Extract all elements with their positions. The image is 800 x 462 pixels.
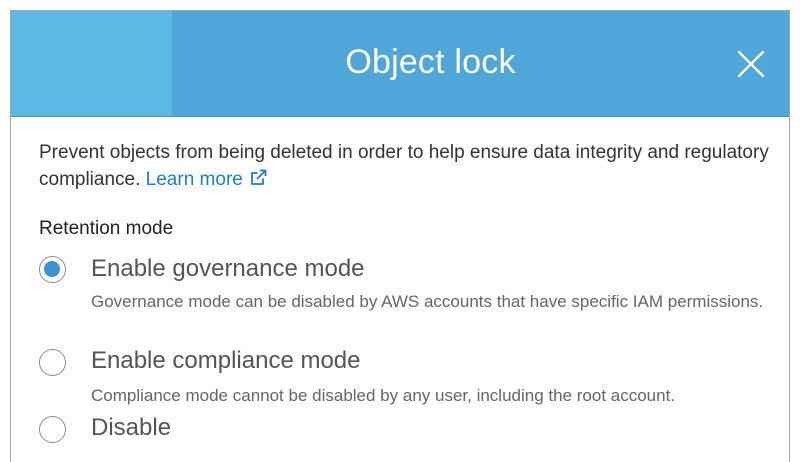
intro-paragraph: Prevent objects from being deleted in or… — [39, 139, 769, 195]
governance-mode-radio[interactable] — [39, 256, 66, 283]
external-link-icon — [249, 168, 268, 195]
compliance-mode-radio[interactable] — [39, 349, 66, 376]
compliance-mode-description: Compliance mode cannot be disabled by an… — [91, 386, 676, 405]
learn-more-link[interactable]: Learn more — [146, 169, 268, 190]
disable-radio[interactable] — [39, 416, 66, 443]
object-lock-dialog: Object lock Prevent objects from being d… — [10, 10, 790, 462]
learn-more-label: Learn more — [145, 169, 243, 190]
close-icon — [731, 44, 771, 84]
governance-mode-label[interactable]: Enable governance mode — [91, 254, 365, 284]
disable-label[interactable]: Disable — [91, 413, 171, 443]
compliance-mode-label[interactable]: Enable compliance mode — [91, 346, 361, 376]
governance-mode-description: Governance mode can be disabled by AWS a… — [91, 292, 764, 311]
close-button[interactable] — [731, 44, 771, 84]
dialog-title: Object lock — [345, 43, 516, 81]
dialog-body: Prevent objects from being deleted in or… — [39, 139, 769, 443]
retention-mode-label: Retention mode — [39, 218, 174, 239]
header-accent-panel — [11, 11, 172, 116]
dialog-header: Object lock — [11, 11, 789, 117]
